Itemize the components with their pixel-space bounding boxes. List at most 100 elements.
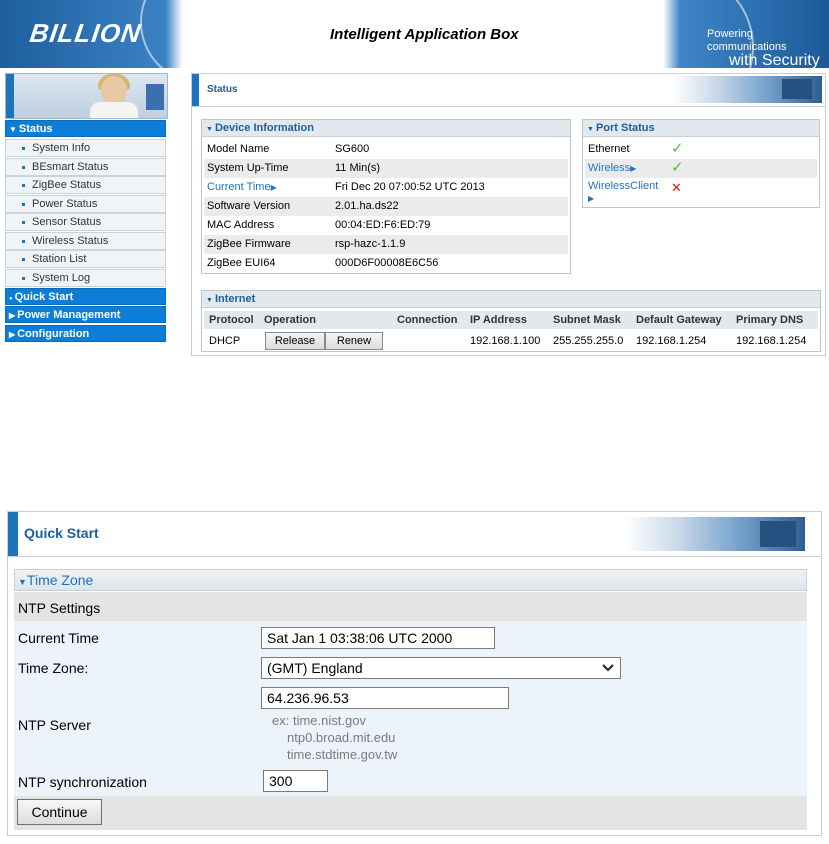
port-row-wirelessclient: WirelessClient ▶ ✕ bbox=[585, 178, 817, 206]
device-info-row: System Up-Time 11 Min(s) bbox=[204, 159, 568, 178]
sidebar-banner-image bbox=[5, 73, 168, 119]
port-label: Wireless bbox=[588, 162, 631, 174]
ntp-server-hint: ntp0.broad.mit.edu bbox=[287, 730, 396, 745]
triangle-right-icon: ▶ bbox=[630, 164, 637, 173]
triangle-down-icon: ▼ bbox=[206, 297, 213, 304]
nav-item-system-info[interactable]: System Info bbox=[5, 139, 166, 157]
time-zone-title-text: Time Zone bbox=[26, 572, 94, 588]
default-gateway-cell: 192.168.1.254 bbox=[636, 335, 707, 347]
protocol-cell: DHCP bbox=[209, 335, 241, 347]
device-info-row: Current Time▶ Fri Dec 20 07:00:52 UTC 201… bbox=[204, 178, 568, 197]
billion-logo: BILLION bbox=[27, 18, 144, 48]
bullet-icon bbox=[22, 276, 25, 280]
nav-item-system-log[interactable]: System Log bbox=[5, 269, 166, 287]
ntp-server-hint: ex: time.nist.gov bbox=[272, 713, 366, 728]
device-info-row: MAC Address 00:04:ED:F6:ED:79 bbox=[204, 216, 568, 235]
row-label: ZigBee EUI64 bbox=[207, 257, 276, 269]
bullet-icon bbox=[22, 183, 25, 187]
internet-title-text: Internet bbox=[214, 293, 256, 305]
primary-dns-cell: 192.168.1.254 bbox=[736, 335, 807, 347]
nav-item-label: ZigBee Status bbox=[32, 179, 102, 191]
wirelessclient-link[interactable]: WirelessClient ▶ bbox=[588, 180, 658, 205]
nav-configuration-label: Configuration bbox=[17, 328, 90, 340]
triangle-down-icon: ▼ bbox=[18, 577, 27, 587]
page-title: Quick Start bbox=[24, 525, 99, 541]
device-info-row: ZigBee EUI64 000D6F00008E6C56 bbox=[204, 254, 568, 273]
nav-power-management[interactable]: ▶ Power Management bbox=[5, 306, 166, 323]
continue-button[interactable]: Continue bbox=[17, 799, 102, 825]
bullet-icon bbox=[22, 146, 25, 150]
nav-configuration[interactable]: ▶ Configuration bbox=[5, 325, 166, 342]
port-status-title: ▼ Port Status bbox=[583, 120, 819, 137]
triangle-right-icon: ▶ bbox=[9, 311, 16, 320]
wireless-link[interactable]: Wireless▶ bbox=[588, 159, 636, 178]
triangle-right-icon: ▶ bbox=[588, 194, 595, 203]
header-banner-image bbox=[625, 517, 805, 551]
triangle-right-icon: ▶ bbox=[270, 183, 277, 192]
status-panel: Status ▼ Device Information Model Name SG6… bbox=[191, 73, 826, 356]
status-page-header: Status bbox=[192, 74, 825, 107]
bullet-icon bbox=[22, 165, 25, 169]
nav-item-label: Sensor Status bbox=[32, 216, 102, 228]
nav-item-wireless-status[interactable]: Wireless Status bbox=[5, 232, 166, 250]
column-header: Protocol bbox=[209, 311, 254, 329]
port-label: WirelessClient bbox=[588, 180, 659, 192]
ntp-settings-row: NTP Settings bbox=[14, 592, 807, 621]
brand-slogan: Powering communications with Security bbox=[707, 28, 829, 68]
chevron-down-icon bbox=[602, 664, 614, 672]
column-header: Operation bbox=[264, 311, 316, 329]
row-value: Fri Dec 20 07:00:52 UTC 2013 bbox=[335, 181, 485, 193]
nav-item-zigbee-status[interactable]: ZigBee Status bbox=[5, 176, 166, 194]
row-label: MAC Address bbox=[207, 219, 275, 231]
nav-item-station-list[interactable]: Station List bbox=[5, 250, 166, 268]
current-time-field[interactable]: Sat Jan 1 03:38:06 UTC 2000 bbox=[261, 627, 495, 649]
nav-item-power-status[interactable]: Power Status bbox=[5, 195, 166, 213]
nav-quick-start-label: Quick Start bbox=[14, 291, 74, 303]
device-information-title: ▼ Device Information bbox=[202, 120, 570, 137]
ntp-sync-field[interactable]: 300 bbox=[263, 770, 328, 792]
row-value: 11 Min(s) bbox=[335, 162, 381, 174]
row-value: SG600 bbox=[335, 143, 370, 155]
bullet-icon bbox=[22, 257, 25, 261]
nav-status[interactable]: ▼ Status bbox=[5, 120, 166, 137]
internet-title: ▼ Internet bbox=[202, 291, 820, 308]
subnet-mask-cell: 255.255.255.0 bbox=[553, 335, 624, 347]
bullet-icon bbox=[22, 239, 25, 243]
bullet-icon bbox=[22, 220, 25, 224]
device-info-row: Software Version 2.01.ha.ds22 bbox=[204, 197, 568, 216]
nav-item-label: System Info bbox=[32, 142, 91, 154]
nav-item-sensor-status[interactable]: Sensor Status bbox=[5, 213, 166, 231]
column-header: Primary DNS bbox=[736, 311, 804, 329]
port-label: Ethernet bbox=[588, 143, 630, 155]
nav-item-label: Power Status bbox=[32, 198, 98, 210]
ip-address-cell: 192.168.1.100 bbox=[470, 335, 541, 347]
column-header: Subnet Mask bbox=[553, 311, 621, 329]
column-header: IP Address bbox=[470, 311, 527, 329]
renew-button[interactable]: Renew bbox=[325, 332, 383, 350]
ntp-server-field[interactable]: 64.236.96.53 bbox=[261, 687, 509, 709]
device-information-box: ▼ Device Information Model Name SG600 Syst… bbox=[201, 119, 571, 274]
nav-status-label: Status bbox=[18, 123, 53, 135]
nav-quick-start[interactable]: ● Quick Start bbox=[5, 288, 166, 305]
quick-start-panel: Quick Start ▼Time Zone NTP Settings Curr… bbox=[7, 511, 822, 836]
form-footer bbox=[14, 796, 807, 830]
current-time-label: Current Time bbox=[18, 630, 99, 646]
port-row-ethernet: Ethernet ✓ bbox=[585, 140, 817, 159]
release-button[interactable]: Release bbox=[265, 332, 325, 350]
time-zone-label: Time Zone: bbox=[18, 660, 89, 676]
nav-item-besmart-status[interactable]: BEsmart Status bbox=[5, 158, 166, 176]
time-zone-select[interactable]: (GMT) England bbox=[261, 657, 621, 679]
nav-item-label: Station List bbox=[32, 253, 87, 265]
column-header: Default Gateway bbox=[636, 311, 722, 329]
nav-item-label: Wireless Status bbox=[32, 235, 109, 247]
time-zone-selected-value: (GMT) England bbox=[267, 660, 363, 676]
bullet-icon: ● bbox=[9, 296, 13, 302]
page-title: Status bbox=[207, 84, 238, 95]
nav-item-label: BEsmart Status bbox=[32, 161, 109, 173]
device-info-row: Model Name SG600 bbox=[204, 140, 568, 159]
device-information-title-text: Device Information bbox=[214, 122, 314, 134]
current-time-link[interactable]: Current Time▶ bbox=[207, 178, 277, 197]
row-label: Model Name bbox=[207, 143, 270, 155]
time-zone-section-header: ▼Time Zone bbox=[14, 569, 807, 591]
triangle-down-icon: ▼ bbox=[9, 125, 17, 134]
